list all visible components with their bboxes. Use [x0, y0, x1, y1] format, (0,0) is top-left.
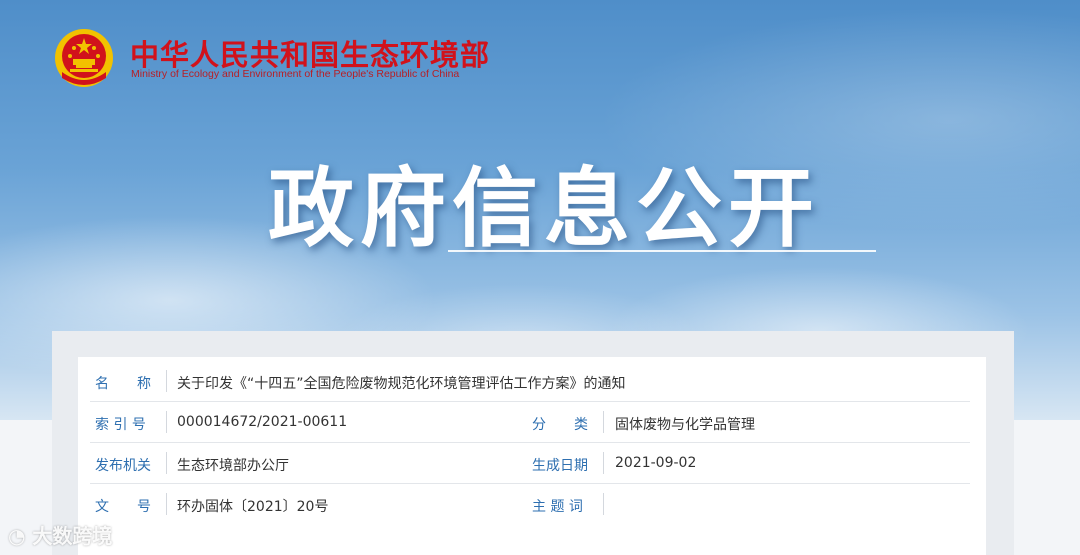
divider — [166, 452, 167, 474]
name-label: 名 称 — [95, 376, 151, 392]
index-value: 000014672/2021-00611 — [177, 414, 348, 430]
divider — [166, 411, 167, 433]
divider — [166, 493, 167, 515]
ministry-name-en[interactable]: Ministry of Ecology and Environment of t… — [131, 68, 459, 80]
national-emblem-icon[interactable] — [52, 26, 116, 90]
keywords-label: 主 题 词 — [532, 499, 583, 515]
info-row-name: 名 称 关于印发《“十四五”全国危险废物规范化环境管理评估工作方案》的通知 — [90, 361, 970, 402]
info-row-issuer: 发布机关 生态环境部办公厅 生成日期 2021-09-02 — [90, 443, 970, 484]
index-label: 索 引 号 — [95, 417, 146, 433]
watermark-icon: ◔ — [8, 524, 26, 548]
name-value: 关于印发《“十四五”全国危险废物规范化环境管理评估工作方案》的通知 — [177, 376, 626, 392]
divider — [603, 411, 604, 433]
page-title: 政府信息公开 — [268, 159, 820, 259]
watermark: ◔ 大数跨境 — [8, 520, 112, 549]
date-value: 2021-09-02 — [615, 455, 697, 471]
info-panel: 名 称 关于印发《“十四五”全国危险废物规范化环境管理评估工作方案》的通知 索 … — [78, 357, 986, 555]
docno-value: 环办固体〔2021〕20号 — [177, 499, 329, 515]
date-label: 生成日期 — [532, 458, 588, 474]
divider — [603, 452, 604, 474]
watermark-text: 大数跨境 — [32, 524, 113, 548]
category-value: 固体废物与化学品管理 — [615, 417, 755, 433]
divider — [603, 493, 604, 515]
divider — [166, 370, 167, 392]
info-row-docno: 文 号 环办固体〔2021〕20号 主 题 词 — [90, 484, 970, 525]
category-label: 分 类 — [532, 417, 588, 433]
info-row-index: 索 引 号 000014672/2021-00611 分 类 固体废物与化学品管… — [90, 402, 970, 443]
docno-label: 文 号 — [95, 499, 151, 515]
title-underline — [448, 250, 876, 252]
issuer-label: 发布机关 — [95, 458, 151, 474]
issuer-value: 生态环境部办公厅 — [177, 458, 289, 474]
